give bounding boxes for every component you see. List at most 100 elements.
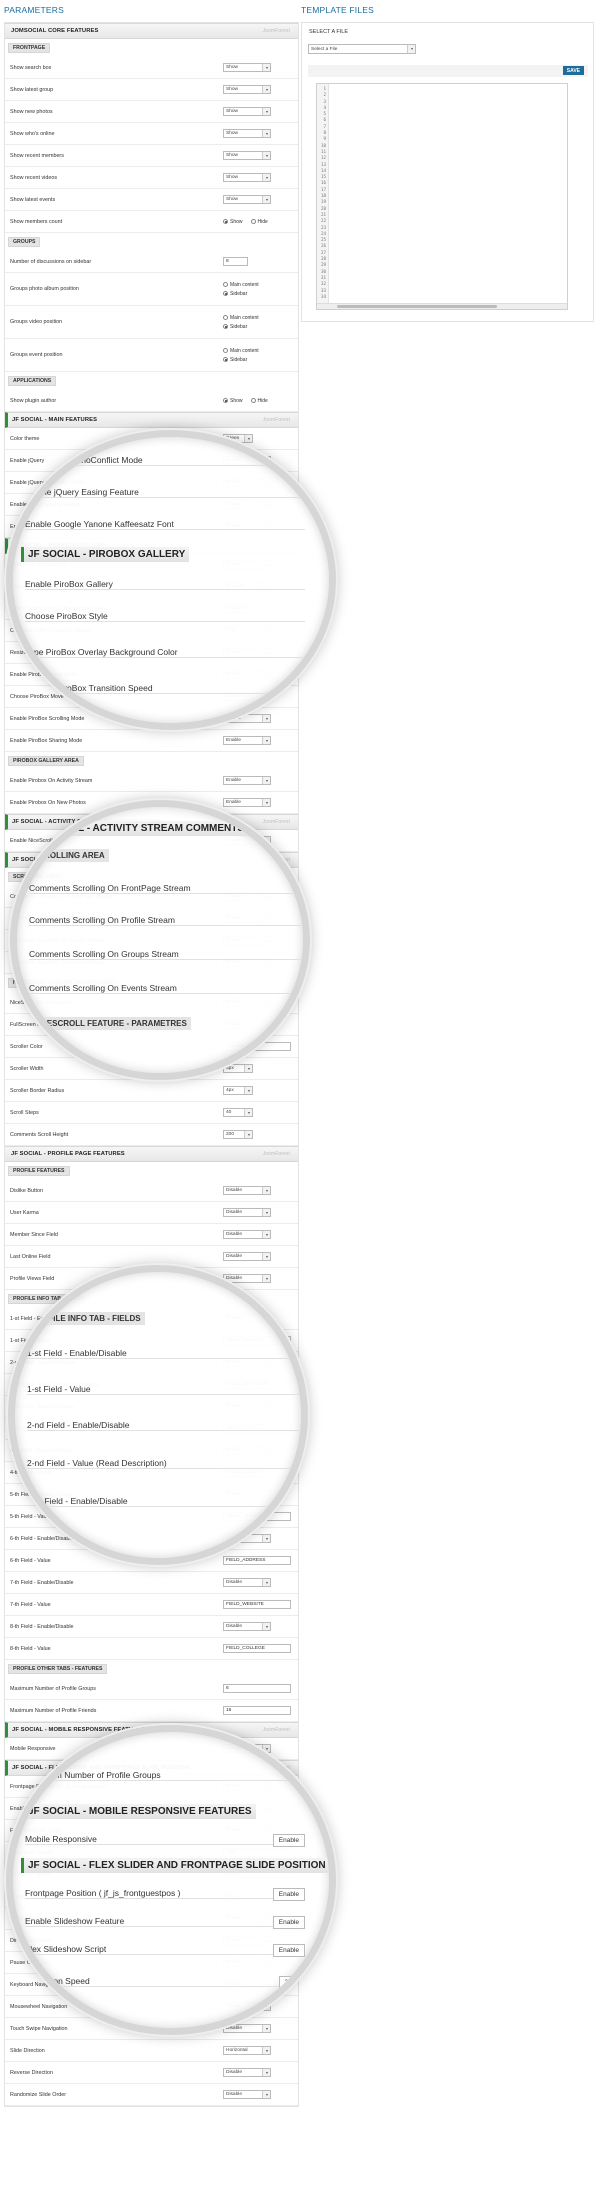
subsection-title: APPLICATIONS	[8, 376, 57, 386]
magnified-text: Enable jQuery noConflict Mode	[25, 455, 143, 465]
radio-option-hide[interactable]: Hide	[250, 219, 268, 225]
param-label: Enable Pirobox On New Photos	[10, 799, 86, 806]
param-select[interactable]: Horizontal	[223, 2046, 271, 2055]
param-select[interactable]: Disable	[223, 1622, 271, 1631]
magnified-text: JF SOCIAL - PIROBOX GALLERY	[28, 549, 186, 560]
param-row-show-members-count: Show members count Show Hide	[5, 211, 298, 233]
param-select[interactable]: 200	[223, 1130, 253, 1139]
param-row-scroller-border-radius: Scroller Border Radius 4px	[5, 1080, 298, 1102]
magnified-label: 1-st Field - Value	[27, 1384, 301, 1395]
subsection-profile-features: PROFILE FEATURES	[8, 1165, 298, 1177]
param-select[interactable]: Disable	[223, 1208, 271, 1217]
radio-label: Main content	[230, 314, 259, 321]
param-text-input[interactable]: FIELD_WEBSITE	[223, 1600, 291, 1609]
magnifier-comments-scroll: JF SOCIAL - ACTIVITY STREAM COMMENTS SCR…	[10, 800, 310, 1080]
param-select[interactable]: Enable	[223, 736, 271, 745]
param-row-groups-photo-album-position: Groups photo album position Main content S…	[5, 273, 298, 306]
radio-button-icon[interactable]	[250, 398, 256, 403]
horizontal-scrollbar[interactable]	[317, 303, 567, 309]
magnified-text: Enable Google Yanone Kaffeesatz Font	[25, 519, 174, 529]
magnified-select: Enable	[272, 1944, 305, 1957]
magnified-label: 1-st Field - Enable/Disable	[27, 1348, 301, 1359]
magnified-label: 2-nd Field - Enable/Disable	[27, 1420, 301, 1431]
param-label: 7-th Field - Enable/Disable	[10, 1579, 74, 1586]
param-select[interactable]: Disable	[223, 1186, 271, 1195]
param-select[interactable]: Show	[223, 85, 271, 94]
subsection-profile-other-tabs-features: PROFILE OTHER TABS - FEATURES	[8, 1663, 298, 1675]
magnified-label: Enable jQuery noConflict Mode	[25, 455, 305, 466]
param-row-show-plugin-author: Show plugin author Show Hide	[5, 390, 298, 412]
radio-option-hide[interactable]: Hide	[250, 398, 268, 404]
param-text-input[interactable]: FIELD_COLLEGE	[223, 1644, 291, 1653]
radio-option-sidebar[interactable]: Sidebar	[223, 291, 259, 297]
radio-option-sidebar[interactable]: Sidebar	[223, 357, 259, 363]
param-label: Show members count	[10, 218, 63, 225]
radio-button-icon[interactable]	[223, 398, 228, 403]
radio-button-icon[interactable]	[223, 315, 228, 320]
param-row-enable-pirobox-sharing-mode: Enable PiroBox Sharing Mode Enable	[5, 730, 298, 752]
param-select[interactable]: Show	[223, 195, 271, 204]
radio-option-show[interactable]: Show	[223, 398, 243, 404]
section-title: JF SOCIAL - MAIN FEATURES	[12, 417, 98, 423]
param-label: User Karma	[10, 1209, 39, 1216]
param-select[interactable]: Disable	[223, 1230, 271, 1239]
subsection-title: PROFILE FEATURES	[8, 1166, 70, 1176]
radio-button-icon[interactable]	[223, 348, 228, 353]
code-editor[interactable]: 1 2 3 4 5 6 7 8 9 10 11 12 13 14 15 16 17 18 19 20 21 22 23 24 2…	[316, 83, 568, 310]
template-files-heading: TEMPLATE FILES	[301, 5, 375, 15]
param-select[interactable]: Disable	[223, 2090, 271, 2099]
magnified-text: Animation Speed	[25, 1976, 90, 1986]
param-label: Member Since Field	[10, 1231, 58, 1238]
param-text-input[interactable]: 8	[223, 257, 248, 266]
file-select[interactable]: Select a File	[308, 44, 416, 54]
magnified-label: Mobile Responsive Enable	[25, 1834, 305, 1847]
radio-button-icon[interactable]	[223, 219, 228, 224]
param-select[interactable]: 4px	[223, 1086, 253, 1095]
radio-button-icon[interactable]	[223, 357, 228, 362]
save-button[interactable]: SAVE	[562, 66, 584, 75]
radio-button-icon[interactable]	[223, 291, 228, 296]
param-label: Groups video position	[10, 319, 63, 325]
magnified-text: JF SOCIAL - FLEX SLIDER AND FRONTPAGE SL…	[28, 1860, 326, 1871]
magnified-label: NICESCROLL FEATURE - PARAMETRES	[29, 1017, 191, 1030]
magnified-label: Animation Speed 3400	[25, 1976, 305, 1989]
param-row-show-new-photos: Show new photos Show	[5, 101, 298, 123]
radio-option-main-content[interactable]: Main content	[223, 348, 259, 354]
param-label: Dislike Button	[10, 1187, 43, 1194]
param-select[interactable]: Show	[223, 173, 271, 182]
radio-option-show[interactable]: Show	[223, 219, 243, 225]
param-select[interactable]: Show	[223, 63, 271, 72]
param-select[interactable]: Disable	[223, 1578, 271, 1587]
radio-group: Show Hide	[223, 398, 268, 404]
radio-button-icon[interactable]	[223, 282, 228, 287]
radio-option-sidebar[interactable]: Sidebar	[223, 324, 259, 330]
radio-option-main-content[interactable]: Main content	[223, 315, 259, 321]
param-select[interactable]: Enable	[223, 798, 271, 807]
section-header-jf-social-profile-page-features: JF SOCIAL - PROFILE PAGE FEATURES JoomFor…	[5, 1146, 298, 1162]
param-select[interactable]: Show	[223, 129, 271, 138]
param-row-groups-event-position: Groups event position Main content Sidebar	[5, 339, 298, 372]
subsection-title: FRONTPAGE	[8, 43, 51, 53]
param-select[interactable]: 40	[223, 1108, 253, 1117]
param-row-show-recent-members: Show recent members Show	[5, 145, 298, 167]
param-text-input[interactable]: 6	[223, 1684, 291, 1693]
param-text-input[interactable]: 16	[223, 1706, 291, 1715]
watermark: JoomForest	[262, 417, 290, 423]
param-select[interactable]: Show	[223, 107, 271, 116]
param-select[interactable]: Show	[223, 151, 271, 160]
param-select[interactable]: Disable	[223, 1252, 271, 1261]
param-label: Show new photos	[10, 108, 53, 115]
radio-option-main-content[interactable]: Main content	[223, 282, 259, 288]
radio-button-icon[interactable]	[250, 219, 256, 224]
magnified-label: Flex Slideshow Script Enable	[25, 1944, 305, 1957]
param-label: Scroller Border Radius	[10, 1087, 65, 1094]
radio-button-icon[interactable]	[223, 324, 228, 329]
param-select[interactable]: Disable	[223, 2068, 271, 2077]
param-label: 8-th Field - Value	[10, 1645, 51, 1652]
param-row-enable-pirobox-on-activity-stream: Enable Pirobox On Activity Stream Enable	[5, 770, 298, 792]
magnified-label: JF SOCIAL - MOBILE RESPONSIVE FEATURES	[21, 1804, 256, 1819]
magnified-label: Comments Scrolling On FrontPage Stream	[29, 883, 303, 894]
scrollbar-thumb[interactable]	[337, 305, 497, 308]
param-select[interactable]: Enable	[223, 776, 271, 785]
subsection-groups: GROUPS	[8, 236, 298, 248]
